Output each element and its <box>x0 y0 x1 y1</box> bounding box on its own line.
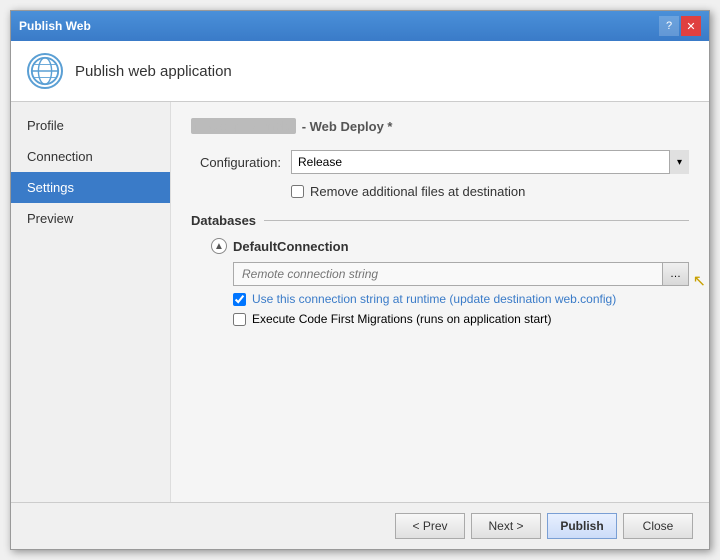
code-first-migrations-label: Execute Code First Migrations (runs on a… <box>252 312 551 326</box>
sidebar-item-profile[interactable]: Profile <box>11 110 170 141</box>
sidebar-item-settings[interactable]: Settings <box>11 172 170 203</box>
cursor-indicator: ↖ <box>693 271 706 291</box>
use-connection-string-link[interactable]: Use this connection string at runtime (u… <box>252 292 616 306</box>
connection-string-input[interactable] <box>233 262 663 286</box>
use-connection-string-label: Use this connection string at runtime (u… <box>252 292 616 306</box>
connection-string-row: … ↖ <box>233 262 689 286</box>
configuration-select-wrapper: Release Debug ▾ <box>291 150 689 174</box>
configuration-row: Configuration: Release Debug ▾ <box>191 150 689 174</box>
footer: < Prev Next > Publish Close <box>11 502 709 549</box>
databases-section: ▲ DefaultConnection … ↖ Use this connect… <box>211 238 689 326</box>
next-button[interactable]: Next > <box>471 513 541 539</box>
code-first-migrations-checkbox[interactable] <box>233 313 246 326</box>
code-first-migrations-row: Execute Code First Migrations (runs on a… <box>233 312 689 326</box>
connection-string-browse-button[interactable]: … ↖ <box>663 262 689 286</box>
sidebar-item-connection[interactable]: Connection <box>11 141 170 172</box>
sidebar: Profile Connection Settings Preview <box>11 102 171 502</box>
page-heading: mvcAppExample - Web Deploy * <box>191 118 689 134</box>
configuration-label: Configuration: <box>191 155 281 170</box>
browse-icon: … <box>670 268 681 280</box>
configuration-select[interactable]: Release Debug <box>291 150 689 174</box>
remove-files-label: Remove additional files at destination <box>310 184 525 199</box>
use-connection-string-checkbox[interactable] <box>233 293 246 306</box>
dialog-title: Publish Web <box>19 19 91 33</box>
blurred-app-name: mvcAppExample <box>191 118 296 134</box>
help-button[interactable]: ? <box>659 16 679 36</box>
header-title: Publish web application <box>75 63 232 80</box>
remove-files-row: Remove additional files at destination <box>291 184 689 199</box>
close-titlebar-button[interactable]: ✕ <box>681 16 701 36</box>
default-connection-title-row: ▲ DefaultConnection <box>211 238 689 254</box>
header-section: Publish web application <box>11 41 709 102</box>
main-content: mvcAppExample - Web Deploy * Configurati… <box>171 102 709 502</box>
close-button[interactable]: Close <box>623 513 693 539</box>
deploy-method-label: - Web Deploy * <box>302 119 393 134</box>
prev-button[interactable]: < Prev <box>395 513 465 539</box>
globe-icon <box>27 53 63 89</box>
content-area: Profile Connection Settings Preview mvcA… <box>11 102 709 502</box>
title-bar: Publish Web ? ✕ <box>11 11 709 41</box>
publish-web-dialog: Publish Web ? ✕ Publish web application … <box>10 10 710 550</box>
remove-files-checkbox[interactable] <box>291 185 304 198</box>
databases-section-header: Databases <box>191 213 689 228</box>
collapse-button[interactable]: ▲ <box>211 238 227 254</box>
use-connection-string-row: Use this connection string at runtime (u… <box>233 292 689 306</box>
default-connection-name: DefaultConnection <box>233 239 349 254</box>
publish-button[interactable]: Publish <box>547 513 617 539</box>
sidebar-item-preview[interactable]: Preview <box>11 203 170 234</box>
title-bar-controls: ? ✕ <box>659 16 701 36</box>
